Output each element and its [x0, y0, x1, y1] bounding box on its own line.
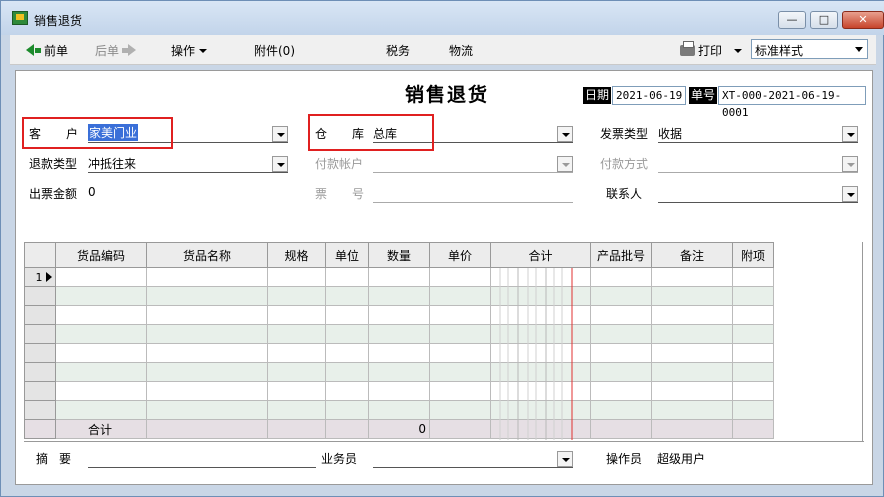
summary-field[interactable] [88, 467, 316, 468]
col-qty[interactable]: 数量 [368, 242, 430, 268]
col-item-name[interactable]: 货品名称 [146, 242, 268, 268]
caret-down-icon [199, 49, 208, 53]
operator-value: 超级用户 [657, 452, 706, 466]
invoice-amount-label: 出票金额 [29, 187, 78, 201]
col-remark[interactable]: 备注 [651, 242, 733, 268]
caret-down-icon[interactable] [734, 49, 743, 53]
contact-label: 联系人 [606, 187, 643, 201]
form-title: 销售退货 [405, 84, 490, 106]
table-row[interactable] [24, 362, 774, 382]
items-grid: 货品编码 货品名称 规格 单位 数量 单价 合计 产品批号 备注 附项 1 合计… [24, 242, 774, 439]
row-header-corner [24, 242, 56, 268]
chevron-down-icon[interactable] [852, 40, 867, 58]
doc-no-label: 单号 [689, 87, 718, 104]
pay-account-label: 付款帐户 [315, 157, 364, 171]
date-label: 日期 [583, 87, 612, 104]
arrow-left-icon [26, 44, 34, 56]
contact-dropdown[interactable] [842, 186, 858, 202]
ticket-no-field[interactable] [373, 202, 573, 203]
invoice-type-label: 发票类型 [600, 127, 649, 141]
toolbar: 前单 后单 操作 附件(0) 税务 物流 打印 [10, 35, 876, 65]
contact-field[interactable] [658, 202, 858, 203]
warehouse-dropdown[interactable] [557, 126, 573, 142]
summary-label-1: 摘 [36, 452, 49, 466]
summary-label-2: 要 [59, 452, 72, 466]
tax-button[interactable]: 税务 [386, 42, 410, 59]
table-row[interactable] [24, 343, 774, 363]
operator-label: 操作员 [606, 452, 643, 466]
actions-menu[interactable]: 操作 [171, 42, 208, 59]
sum-label: 合计 [55, 419, 147, 439]
date-field[interactable]: 2021-06-19 [612, 86, 686, 105]
col-unit[interactable]: 单位 [325, 242, 369, 268]
ticket-no-label-2: 号 [352, 187, 365, 201]
app-icon [12, 11, 28, 25]
warehouse-highlight-box [308, 114, 434, 151]
pay-account-field[interactable] [373, 172, 573, 173]
current-row-icon [46, 271, 52, 282]
col-spec[interactable]: 规格 [267, 242, 326, 268]
invoice-type-dropdown[interactable] [842, 126, 858, 142]
pay-method-dropdown[interactable] [842, 156, 858, 172]
attachments-button[interactable]: 附件(0) [254, 42, 295, 59]
customer-highlight-box [22, 117, 173, 149]
table-row[interactable] [24, 305, 774, 325]
invoice-amount-field[interactable]: 0 [88, 185, 96, 199]
salesman-dropdown[interactable] [557, 451, 573, 467]
table-row[interactable] [24, 381, 774, 401]
customer-dropdown[interactable] [272, 126, 288, 142]
prev-doc-button[interactable]: 前单 [26, 42, 68, 59]
logistics-button[interactable]: 物流 [449, 42, 473, 59]
col-total[interactable]: 合计 [490, 242, 591, 268]
col-extra[interactable]: 附项 [732, 242, 774, 268]
doc-no-field[interactable]: XT-000-2021-06-19-0001 [718, 86, 866, 119]
ticket-no-label-1: 票 [315, 187, 328, 201]
total-digit-lines [499, 268, 573, 440]
pay-method-field[interactable] [658, 172, 858, 173]
maximize-button[interactable]: □ [810, 11, 838, 29]
form-panel: 销售退货 日期 2021-06-19 单号 XT-000-2021-06-19-… [15, 70, 873, 485]
invoice-type-field[interactable]: 收据 [658, 125, 682, 142]
refund-type-dropdown[interactable] [272, 156, 288, 172]
col-batch-no[interactable]: 产品批号 [590, 242, 652, 268]
pay-account-dropdown[interactable] [557, 156, 573, 172]
printer-icon [680, 41, 695, 56]
window-title: 销售退货 [34, 14, 83, 28]
col-price[interactable]: 单价 [429, 242, 491, 268]
refund-type-field[interactable]: 冲抵往来 [88, 155, 136, 172]
pay-method-label: 付款方式 [600, 157, 649, 171]
refund-type-label: 退款类型 [29, 157, 78, 171]
close-button[interactable]: ✕ [842, 11, 884, 29]
minimize-button[interactable]: — [778, 11, 806, 29]
print-button[interactable]: 打印 [680, 41, 743, 59]
table-row[interactable]: 1 [24, 267, 774, 287]
next-doc-button[interactable]: 后单 [95, 42, 137, 59]
table-row[interactable] [24, 400, 774, 420]
arrow-right-icon [128, 44, 137, 56]
sum-row: 合计 0 [24, 419, 774, 439]
col-item-code[interactable]: 货品编码 [55, 242, 147, 268]
table-row[interactable] [24, 286, 774, 306]
salesman-field[interactable] [373, 467, 573, 468]
row-header[interactable]: 1 [24, 267, 56, 287]
sum-qty: 0 [368, 419, 430, 439]
title-bar: 销售退货 — □ ✕ [1, 1, 884, 35]
table-row[interactable] [24, 324, 774, 344]
print-style-select[interactable]: 标准样式 [751, 39, 868, 59]
app-window: 销售退货 — □ ✕ 前单 后单 操作 附件(0) 税务 物流 打印 标准样式 … [0, 0, 884, 497]
salesman-label: 业务员 [321, 452, 358, 466]
